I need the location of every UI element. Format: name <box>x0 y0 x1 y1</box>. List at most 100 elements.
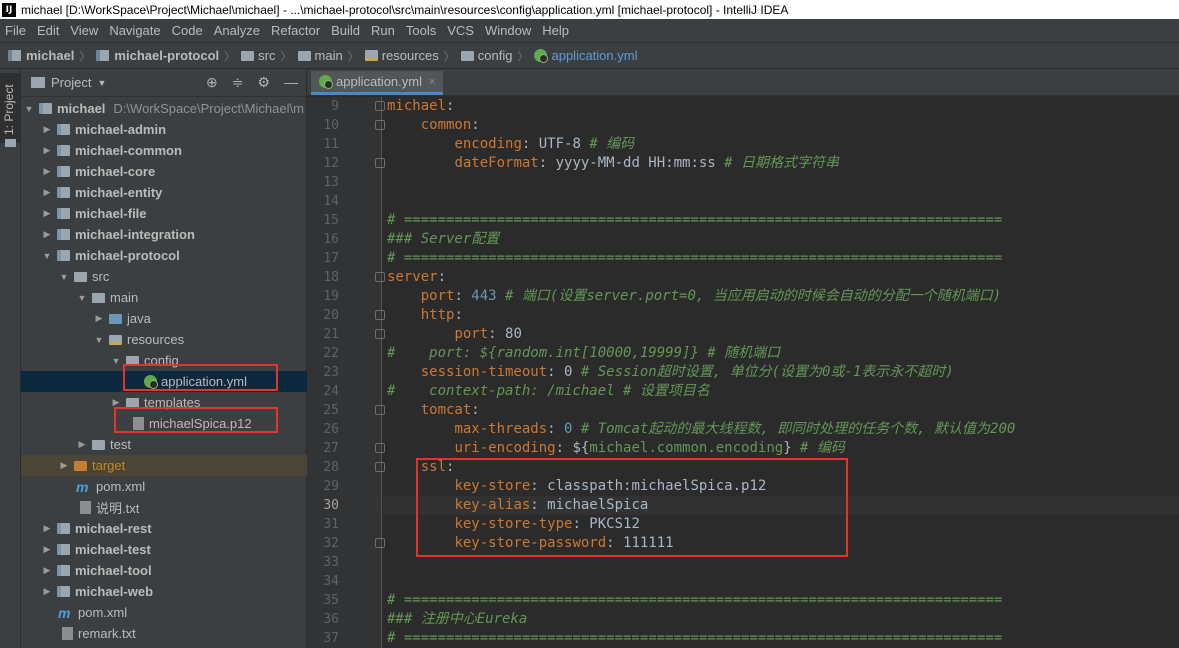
menu-help[interactable]: Help <box>537 23 575 38</box>
breadcrumb-michael-protocol[interactable]: michael-protocol 〉 <box>96 48 241 64</box>
breadcrumb-main[interactable]: main 〉 <box>297 48 365 64</box>
line-number: 21 <box>323 327 339 342</box>
tree-item-target[interactable]: ▶ target <box>21 455 307 476</box>
tree-root-michael[interactable]: ▼ michael D:\WorkSpace\Project\Michael\m <box>21 98 307 119</box>
tree-item-michael-web[interactable]: ▶ michael-web <box>21 581 307 602</box>
menu-vcs[interactable]: VCS <box>442 23 480 38</box>
collapsed-arrow-icon[interactable]: ▶ <box>41 544 53 555</box>
tree-item-label: michael-core <box>75 164 156 179</box>
tree-item-michael-admin[interactable]: ▶ michael-admin <box>21 119 307 140</box>
code-token: # 日期格式字符串 <box>724 155 840 171</box>
menu-view[interactable]: View <box>65 23 104 38</box>
collapsed-arrow-icon[interactable]: ▶ <box>41 565 53 576</box>
chevron-right-icon: 〉 <box>517 50 529 63</box>
tree-item-main[interactable]: ▼ main <box>21 287 307 308</box>
maven-icon: m <box>58 604 71 621</box>
left-tool-stripe: 1: Project <box>0 69 21 648</box>
tree-item-michael-file[interactable]: ▶ michael-file <box>21 203 307 224</box>
folder-icon <box>92 439 105 450</box>
breadcrumb-application-yml[interactable]: application.yml <box>534 48 637 63</box>
module-icon <box>57 250 70 261</box>
breadcrumb-resources[interactable]: resources 〉 <box>364 48 461 64</box>
menu-code[interactable]: Code <box>167 23 209 38</box>
code-line: ### 注册中心Eureka <box>387 610 527 629</box>
menu-window[interactable]: Window <box>480 23 537 38</box>
menu-tools[interactable]: Tools <box>401 23 442 38</box>
expanded-arrow-icon[interactable]: ▼ <box>93 335 105 345</box>
collapsed-arrow-icon[interactable]: ▶ <box>41 145 53 156</box>
tree-item-michael-test[interactable]: ▶ michael-test <box>21 539 307 560</box>
tree-item-michael-entity[interactable]: ▶ michael-entity <box>21 182 307 203</box>
expanded-arrow-icon[interactable]: ▼ <box>41 251 53 261</box>
tree-item-remark-txt[interactable]: remark.txt <box>21 623 307 644</box>
folder-icon <box>126 397 139 408</box>
expanded-arrow-icon[interactable]: ▼ <box>76 293 88 303</box>
expanded-arrow-icon[interactable]: ▼ <box>58 272 70 282</box>
line-number: 17 <box>323 251 339 266</box>
tree-item-michael-tool[interactable]: ▶ michael-tool <box>21 560 307 581</box>
tree-item-michael-rest[interactable]: ▶ michael-rest <box>21 518 307 539</box>
menu-navigate[interactable]: Navigate <box>104 23 166 38</box>
collapsed-arrow-icon[interactable]: ▶ <box>58 460 70 471</box>
chevron-down-icon[interactable]: ▼ <box>97 78 106 88</box>
tree-item-root-pom-xml[interactable]: m pom.xml <box>21 602 307 623</box>
menu-build[interactable]: Build <box>326 23 366 38</box>
breadcrumb-config[interactable]: config 〉 <box>460 48 535 64</box>
tree-item-test[interactable]: ▶ test <box>21 434 307 455</box>
menu-file[interactable]: File <box>0 23 32 38</box>
tree-item-label: main <box>110 290 139 305</box>
collapsed-arrow-icon[interactable]: ▶ <box>41 523 53 534</box>
tree-item-michael-protocol[interactable]: ▼ michael-protocol <box>21 245 307 266</box>
menu-refactor[interactable]: Refactor <box>266 23 326 38</box>
tree-item-pom-xml[interactable]: m pom.xml <box>21 476 307 497</box>
tree-item-label: test <box>110 437 131 452</box>
line-number: 19 <box>323 289 339 304</box>
expanded-arrow-icon[interactable]: ▼ <box>110 356 122 366</box>
collapsed-arrow-icon[interactable]: ▶ <box>41 208 53 219</box>
menu-analyze[interactable]: Analyze <box>209 23 266 38</box>
tool-window-tab-project[interactable]: 1: Project <box>0 73 21 147</box>
expanded-arrow-icon[interactable]: ▼ <box>23 104 35 114</box>
editor-tab-application-yml[interactable]: application.yml × <box>311 71 444 95</box>
tree-item-src[interactable]: ▼ src <box>21 266 307 287</box>
code-editor[interactable]: michael: common: encoding: UTF-8 # 编码 da… <box>383 97 1179 648</box>
collapsed-arrow-icon[interactable]: ▶ <box>76 439 88 450</box>
tree-item-java[interactable]: ▶ java <box>21 308 307 329</box>
menu-run[interactable]: Run <box>366 23 401 38</box>
code-token: : <box>471 117 480 133</box>
tree-item-michael-integration[interactable]: ▶ michael-integration <box>21 224 307 245</box>
collapsed-arrow-icon[interactable]: ▶ <box>93 313 105 324</box>
tree-item-label: michael-web <box>75 584 154 599</box>
locate-file-icon[interactable]: ⊕ <box>206 74 218 91</box>
hide-panel-icon[interactable]: — <box>284 74 298 91</box>
tree-item-resources[interactable]: ▼ resources <box>21 329 307 350</box>
code-token: : ${ <box>555 440 590 456</box>
collapsed-arrow-icon[interactable]: ▶ <box>41 586 53 597</box>
line-number: 20 <box>323 308 339 323</box>
code-line: # ======================================… <box>387 211 1002 230</box>
breadcrumb-michael[interactable]: michael 〉 <box>8 48 96 64</box>
collapsed-arrow-icon[interactable]: ▶ <box>41 166 53 177</box>
code-line: max-threads: 0 # Tomcat起动的最大线程数, 即同时处理的任… <box>387 420 1015 439</box>
tree-item-michael-common[interactable]: ▶ michael-common <box>21 140 307 161</box>
close-icon[interactable]: × <box>429 76 435 88</box>
code-token: : <box>547 421 565 437</box>
code-token: # ======================================… <box>387 630 1003 646</box>
collapsed-arrow-icon[interactable]: ▶ <box>41 229 53 240</box>
menu-edit[interactable]: Edit <box>32 23 65 38</box>
collapsed-arrow-icon[interactable]: ▶ <box>41 187 53 198</box>
collapsed-arrow-icon[interactable]: ▶ <box>41 124 53 135</box>
tree-item-michael-core[interactable]: ▶ michael-core <box>21 161 307 182</box>
code-token: # Tomcat起动的最大线程数, 即同时处理的任务个数, 默认值为200 <box>580 421 1016 437</box>
code-token: server <box>387 269 438 285</box>
line-number: 37 <box>323 631 339 646</box>
gear-icon[interactable]: ⚙ <box>257 74 270 91</box>
tree-item-label: pom.xml <box>78 605 128 620</box>
project-view-selector[interactable]: Project <box>51 75 91 90</box>
breadcrumb-src[interactable]: src 〉 <box>241 48 297 64</box>
tree-item-readme-txt[interactable]: 说明.txt <box>21 497 307 518</box>
collapse-all-icon[interactable]: ≑ <box>232 74 244 91</box>
module-icon <box>57 124 70 135</box>
